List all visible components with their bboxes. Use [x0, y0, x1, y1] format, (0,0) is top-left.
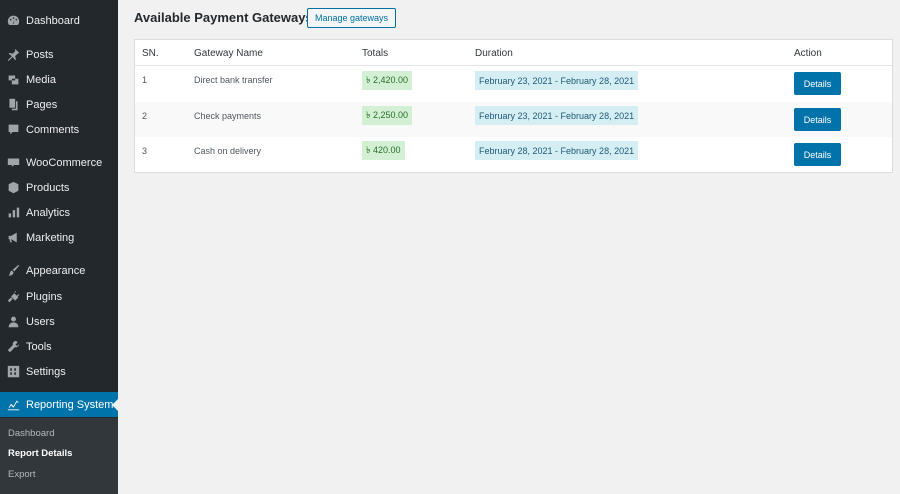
menu-comments-label: Comments: [26, 123, 80, 136]
menu-analytics-label: Analytics: [26, 206, 71, 219]
wrench-icon: [0, 334, 26, 359]
reporting-submenu: Dashboard Report Details Export: [0, 418, 118, 494]
details-button[interactable]: Details: [794, 108, 841, 131]
row-gateway-name: Check payments: [194, 111, 262, 121]
menu-products[interactable]: Products: [0, 175, 118, 200]
menu-tools[interactable]: Tools: [0, 334, 118, 359]
header-totals: Totals: [362, 48, 389, 59]
menu-plugins[interactable]: Plugins: [0, 284, 118, 309]
menu-woocommerce[interactable]: WooCommerce: [0, 150, 118, 175]
row-sn: 3: [142, 146, 148, 156]
megaphone-icon: [0, 225, 26, 250]
row-total-badge: ৳ 2,420.00: [362, 71, 413, 90]
manage-gateways-button[interactable]: Manage gateways: [307, 8, 396, 28]
menu-marketing-label: Marketing: [26, 231, 75, 244]
row-total-badge: ৳ 420.00: [362, 141, 405, 160]
gateways-table: SN. Gateway Name Totals Duration Action …: [134, 39, 893, 173]
menu-posts-label: Posts: [26, 48, 54, 61]
submenu-report-details[interactable]: Report Details: [8, 448, 72, 459]
comment-icon: [0, 117, 26, 142]
media-icon: [0, 67, 26, 92]
menu-woocommerce-label: WooCommerce: [26, 156, 103, 169]
dashboard-icon: [0, 8, 26, 33]
menu-reporting-system-label: Reporting System: [26, 398, 114, 411]
header-duration: Duration: [475, 48, 513, 59]
menu-users-label: Users: [26, 315, 55, 328]
settings-icon: [0, 359, 26, 384]
details-button[interactable]: Details: [794, 72, 841, 95]
menu-pages-label: Pages: [26, 98, 58, 111]
plug-icon: [0, 284, 26, 309]
user-icon: [0, 309, 26, 334]
header-sn: SN.: [142, 48, 159, 59]
menu-products-label: Products: [26, 181, 70, 194]
row-sn: 2: [142, 111, 148, 121]
row-gateway-name: Direct bank transfer: [194, 75, 273, 85]
pin-icon: [0, 42, 26, 67]
menu-tools-label: Tools: [26, 340, 52, 353]
menu-dashboard-label: Dashboard: [26, 14, 80, 27]
admin-sidebar: Dashboard Posts Media Pages Comments Woo…: [0, 0, 118, 494]
menu-media[interactable]: Media: [0, 67, 118, 92]
menu-media-label: Media: [26, 73, 56, 86]
row-sn: 1: [142, 75, 148, 85]
menu-settings-label: Settings: [26, 365, 66, 378]
menu-comments[interactable]: Comments: [0, 117, 118, 142]
submenu-dashboard[interactable]: Dashboard: [8, 428, 54, 439]
menu-pages[interactable]: Pages: [0, 92, 118, 117]
menu-marketing[interactable]: Marketing: [0, 225, 118, 250]
table-row: 3 Cash on delivery ৳ 420.00 February 28,…: [135, 137, 892, 172]
menu-settings[interactable]: Settings: [0, 359, 118, 384]
row-duration-badge: February 23, 2021 - February 28, 2021: [475, 106, 639, 125]
menu-analytics[interactable]: Analytics: [0, 200, 118, 225]
row-duration-badge: February 23, 2021 - February 28, 2021: [475, 71, 639, 90]
woocommerce-icon: [0, 150, 26, 175]
row-gateway-name: Cash on delivery: [194, 146, 262, 156]
box-icon: [0, 175, 26, 200]
menu-reporting-system[interactable]: Reporting System: [0, 392, 118, 417]
row-total-badge: ৳ 2,250.00: [362, 106, 413, 125]
page-title: Available Payment Gateways: [134, 10, 313, 25]
menu-dashboard[interactable]: Dashboard: [0, 8, 118, 33]
menu-appearance-label: Appearance: [26, 264, 86, 277]
brush-icon: [0, 258, 26, 283]
menu-appearance[interactable]: Appearance: [0, 258, 118, 283]
header-action: Action: [794, 48, 822, 59]
submenu-export[interactable]: Export: [8, 469, 35, 480]
details-button[interactable]: Details: [794, 143, 841, 166]
table-row: 2 Check payments ৳ 2,250.00 February 23,…: [135, 102, 892, 137]
table-row: 1 Direct bank transfer ৳ 2,420.00 Februa…: [135, 66, 892, 101]
row-duration-badge: February 28, 2021 - February 28, 2021: [475, 141, 639, 160]
pages-icon: [0, 92, 26, 117]
menu-posts[interactable]: Posts: [0, 42, 118, 67]
line-chart-icon: [0, 392, 26, 417]
bar-chart-icon: [0, 200, 26, 225]
active-indicator: [112, 399, 118, 411]
menu-plugins-label: Plugins: [26, 290, 63, 303]
menu-users[interactable]: Users: [0, 309, 118, 334]
header-gateway-name: Gateway Name: [194, 48, 263, 59]
